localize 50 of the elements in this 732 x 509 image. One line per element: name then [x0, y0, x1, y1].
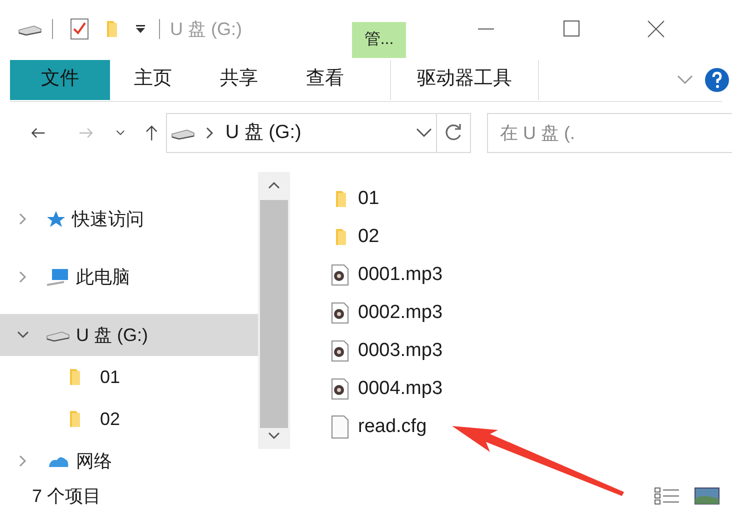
star-icon — [46, 210, 66, 228]
search-field[interactable]: 在 U 盘 (. — [486, 113, 732, 153]
audio-file-icon — [330, 264, 350, 286]
nav-item[interactable]: 快速访问 — [0, 198, 258, 240]
ribbon-tab[interactable]: 共享 — [196, 60, 282, 100]
context-tab-label: 管... — [352, 22, 406, 58]
audio-file-icon — [330, 340, 350, 362]
recent-locations-icon[interactable] — [116, 129, 126, 137]
details-view-icon[interactable] — [654, 487, 680, 505]
file-item[interactable]: 0003.mp3 — [330, 332, 443, 370]
refresh-icon[interactable] — [443, 123, 464, 143]
file-tab[interactable]: 文件 — [10, 60, 110, 100]
folder-icon — [334, 190, 348, 208]
properties-icon[interactable] — [69, 18, 91, 40]
nav-item[interactable]: 01 — [0, 356, 258, 398]
close-icon[interactable] — [646, 19, 666, 39]
maximize-icon[interactable] — [562, 19, 582, 39]
expand-ribbon-icon[interactable] — [676, 74, 694, 86]
file-item[interactable]: 02 — [330, 218, 443, 256]
file-item[interactable]: 0001.mp3 — [330, 256, 443, 294]
address-bar[interactable]: U 盘 (G:) — [166, 113, 471, 153]
folder-icon — [68, 410, 82, 428]
computer-icon — [46, 267, 70, 287]
folder-icon — [334, 228, 348, 246]
dropdown-icon[interactable] — [135, 24, 147, 34]
large-icons-view-icon[interactable] — [694, 487, 720, 505]
file-item[interactable]: 0002.mp3 — [330, 294, 443, 332]
window-title: U 盘 (G:) — [170, 18, 242, 41]
ribbon-tab[interactable]: 查看 — [282, 60, 368, 100]
audio-file-icon — [330, 302, 350, 324]
help-icon[interactable] — [704, 66, 730, 92]
file-item[interactable]: read.cfg — [330, 408, 443, 446]
file-icon — [330, 415, 350, 439]
file-item[interactable]: 0004.mp3 — [330, 370, 443, 408]
dropdown-icon[interactable] — [416, 128, 432, 138]
address-path: U 盘 (G:) — [225, 120, 302, 145]
item-count: 7 个项目 — [32, 484, 102, 508]
nav-item[interactable]: 网络 — [0, 440, 258, 482]
audio-file-icon — [330, 378, 350, 400]
ribbon-tab[interactable]: 主页 — [110, 60, 196, 100]
scroll-up-icon[interactable] — [267, 180, 281, 190]
nav-item[interactable]: U 盘 (G:) — [0, 314, 258, 356]
folder-icon — [68, 368, 82, 386]
chevron-right-icon — [205, 127, 216, 139]
scrollbar[interactable] — [258, 172, 290, 449]
nav-item[interactable]: 02 — [0, 398, 258, 440]
file-item[interactable]: 01 — [330, 180, 443, 218]
scroll-down-icon[interactable] — [267, 431, 281, 441]
nav-item[interactable]: 此电脑 — [0, 256, 258, 298]
scroll-thumb[interactable] — [260, 200, 288, 428]
